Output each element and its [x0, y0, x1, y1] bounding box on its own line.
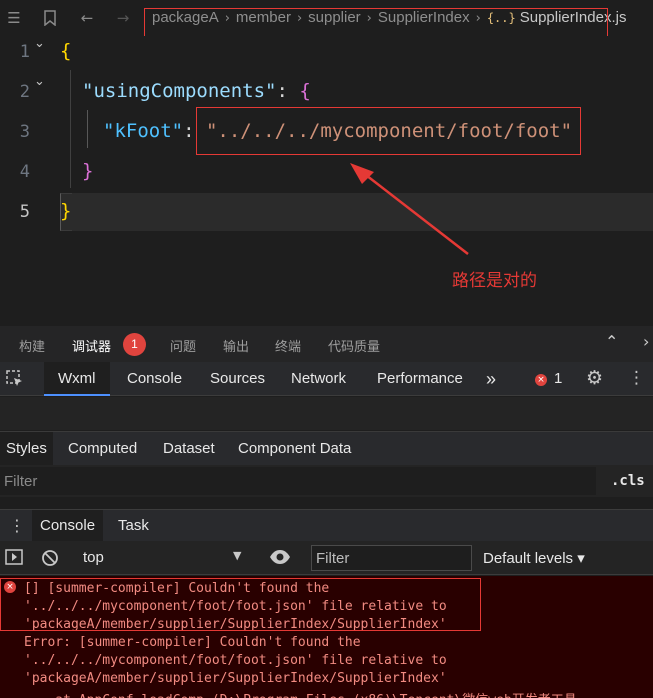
console-toolbar: top ▼ Default levels ▾: [0, 541, 653, 575]
drawer-menu-icon[interactable]: ⋮: [9, 516, 25, 535]
panel-tab-bar: 构建 调试器 问题 输出 终端 代码质量 ⌃ ›: [0, 326, 653, 362]
fold-chevron-icon[interactable]: ⌄: [34, 74, 45, 89]
styles-tab-bar: Styles Computed Dataset Component Data: [0, 431, 653, 466]
line-number: 5: [19, 202, 30, 222]
tab-output[interactable]: 输出: [223, 336, 249, 355]
more-vertical-icon[interactable]: ⋮: [628, 368, 645, 388]
tab-sources[interactable]: Sources: [196, 362, 279, 396]
more-tabs-icon[interactable]: »: [472, 362, 510, 396]
forward-arrow-icon[interactable]: →: [113, 8, 133, 28]
tab-code-quality[interactable]: 代码质量: [328, 336, 380, 355]
tab-computed[interactable]: Computed: [62, 432, 143, 466]
highlight-box-error: [0, 578, 481, 631]
close-panel-icon[interactable]: ›: [643, 332, 649, 351]
tab-debugger[interactable]: 调试器: [72, 336, 111, 355]
console-line: 'packageA/member/supplier/SupplierIndex/…: [24, 671, 447, 686]
clear-console-icon[interactable]: [41, 549, 59, 571]
tab-terminal[interactable]: 终端: [275, 336, 301, 355]
highlight-box-path: [196, 107, 581, 155]
caret-down-icon[interactable]: ▼: [233, 549, 241, 562]
error-counter[interactable]: × 1: [535, 370, 562, 387]
code-token: {: [60, 40, 72, 62]
annotation-text: 路径是对的: [452, 271, 537, 291]
drawer-tab-bar: ⋮ Console Task: [0, 509, 653, 542]
console-line: '../../../mycomponent/foot/foot.json' fi…: [24, 653, 447, 668]
styles-filter-input[interactable]: [0, 467, 596, 495]
context-select[interactable]: top: [83, 549, 104, 566]
console-line: at AppConf.loadComp (D:\Program Files (x…: [24, 689, 576, 698]
annotation-arrow-icon: [350, 163, 469, 255]
indent-guide: [70, 70, 71, 188]
inspect-element-icon[interactable]: [6, 370, 24, 392]
tab-component-data[interactable]: Component Data: [232, 432, 357, 466]
back-arrow-icon[interactable]: ←: [77, 8, 97, 28]
tab-build[interactable]: 构建: [19, 336, 45, 355]
debugger-error-badge: 1: [123, 333, 146, 356]
tab-problems[interactable]: 问题: [170, 336, 196, 355]
tab-network[interactable]: Network: [277, 362, 360, 396]
code-token: }: [82, 160, 94, 182]
indent-guide: [87, 110, 88, 148]
tab-console[interactable]: Console: [113, 362, 196, 396]
styles-filter-row: .cls: [0, 465, 653, 497]
code-line: "usingComponents": {: [82, 80, 311, 102]
tab-dataset[interactable]: Dataset: [157, 432, 221, 466]
wxml-tree-area: [0, 397, 653, 430]
tab-task[interactable]: Task: [110, 510, 157, 542]
chevron-up-icon[interactable]: ⌃: [605, 332, 618, 351]
console-filter-input[interactable]: [311, 545, 472, 571]
tab-styles[interactable]: Styles: [0, 432, 53, 466]
code-token: }: [60, 200, 72, 222]
code-editor[interactable]: 1 2 3 4 5 ⌄ ⌄ { "usingComponents": { "kF…: [0, 36, 653, 326]
line-number: 3: [19, 122, 30, 142]
cls-button[interactable]: .cls: [611, 473, 645, 489]
fold-chevron-icon[interactable]: ⌄: [34, 36, 45, 51]
sidebar-toggle-icon[interactable]: [5, 549, 23, 569]
eye-icon[interactable]: [269, 548, 291, 570]
tab-performance[interactable]: Performance: [363, 362, 477, 396]
error-count: 1: [554, 370, 563, 387]
line-number: 1: [19, 42, 30, 62]
line-number: 4: [19, 162, 30, 182]
gear-icon[interactable]: ⚙: [586, 367, 603, 389]
tab-wxml[interactable]: Wxml: [44, 362, 110, 396]
list-icon[interactable]: ☰: [4, 8, 24, 28]
line-number: 2: [19, 82, 30, 102]
log-levels-dropdown[interactable]: Default levels ▾: [483, 549, 585, 567]
tab-drawer-console[interactable]: Console: [32, 510, 104, 542]
error-icon: ×: [535, 374, 547, 386]
bookmark-icon[interactable]: [40, 8, 60, 28]
console-line: Error: [summer-compiler] Couldn't found …: [24, 635, 361, 650]
